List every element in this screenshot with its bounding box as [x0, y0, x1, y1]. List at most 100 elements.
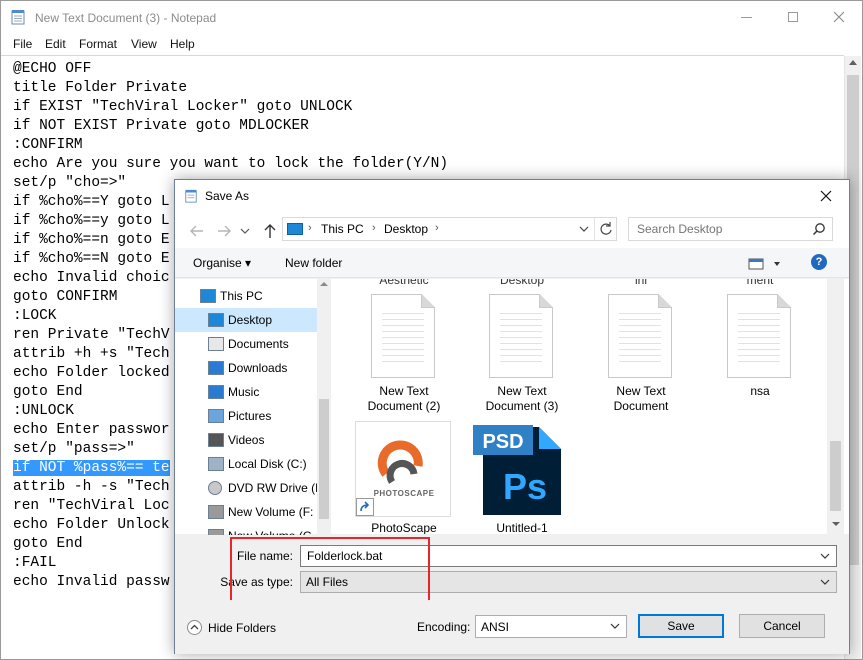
text-line[interactable]: @ECHO OFF	[13, 60, 448, 79]
menu-help[interactable]: Help	[170, 37, 195, 51]
file-item-new-text-document[interactable]: New Text Document	[586, 294, 696, 414]
view-options-icon[interactable]	[748, 256, 782, 272]
search-input[interactable]	[629, 218, 809, 240]
notepad-menubar: File Edit Format View Help	[1, 33, 862, 55]
menu-view[interactable]: View	[131, 37, 157, 51]
menu-file[interactable]: File	[13, 37, 32, 51]
dvd-drive-icon	[208, 481, 222, 495]
new-folder-button[interactable]: New folder	[285, 256, 342, 270]
file-list-scrollbar[interactable]	[827, 279, 844, 534]
file-item-new-text-document-2[interactable]: New Text Document (2)	[349, 294, 459, 414]
text-line-content: :UNLOCK	[13, 403, 74, 419]
maximize-button[interactable]	[770, 1, 816, 33]
partial-file-label[interactable]: ment	[705, 279, 815, 287]
chevron-down-icon[interactable]	[820, 577, 830, 587]
text-line-content: echo Folder locked	[13, 365, 170, 381]
menu-edit[interactable]: Edit	[45, 37, 66, 51]
text-line[interactable]: title Folder Private	[13, 79, 448, 98]
scroll-up-icon[interactable]	[849, 60, 857, 65]
breadcrumb-desktop[interactable]: Desktop	[384, 222, 428, 236]
text-line-content: :CONFIRM	[13, 137, 83, 153]
scrollbar-thumb[interactable]	[319, 399, 329, 519]
refresh-button[interactable]	[594, 218, 616, 240]
file-label: Document	[613, 399, 669, 413]
dialog-titlebar[interactable]: Save As	[175, 180, 849, 212]
file-label: New Text	[616, 384, 666, 398]
forward-arrow-icon[interactable]	[215, 222, 233, 240]
scroll-up-icon[interactable]	[320, 282, 328, 286]
nav-item-this-pc[interactable]: This PC	[175, 284, 317, 308]
partial-file-label[interactable]: Aesthetic	[349, 279, 459, 287]
documents-icon	[208, 337, 224, 351]
text-line-content: if %cho%==n goto E	[13, 232, 170, 248]
search-box[interactable]	[628, 217, 833, 241]
nav-item-new-volume-f[interactable]: New Volume (F:	[175, 500, 317, 524]
nav-item-downloads[interactable]: Downloads	[175, 356, 317, 380]
file-item-untitled-1[interactable]: PSD Ps Untitled-1	[467, 419, 577, 534]
menu-format[interactable]: Format	[79, 37, 117, 51]
nav-item-music[interactable]: Music	[175, 380, 317, 404]
text-line[interactable]: :CONFIRM	[13, 136, 448, 155]
local-disk-icon	[208, 457, 224, 471]
up-arrow-icon[interactable]	[261, 222, 279, 240]
dialog-navigation-bar: › This PC › Desktop ›	[175, 212, 849, 248]
downloads-icon	[208, 361, 224, 375]
chevron-right-icon[interactable]: ›	[435, 222, 439, 234]
text-line-content: set/p "cho=>"	[13, 175, 127, 191]
chevron-down-icon[interactable]	[579, 222, 589, 236]
save-button[interactable]: Save	[638, 614, 724, 638]
chevron-right-icon[interactable]: ›	[308, 222, 312, 234]
text-line[interactable]: echo Are you sure you want to lock the f…	[13, 155, 448, 174]
notepad-app-icon	[185, 189, 197, 203]
navigation-scrollbar[interactable]	[317, 279, 331, 534]
file-label: New Text	[497, 384, 547, 398]
text-line[interactable]: if EXIST "TechViral Locker" goto UNLOCK	[13, 98, 448, 117]
shortcut-arrow-icon	[356, 498, 374, 516]
address-bar[interactable]: › This PC › Desktop ›	[282, 217, 617, 241]
dialog-browser-body: This PC Desktop Documents Downloads Music Pic…	[175, 279, 849, 543]
encoding-select[interactable]: ANSI	[475, 615, 627, 638]
nav-item-label: Videos	[228, 433, 265, 447]
minimize-button[interactable]	[724, 1, 770, 33]
nav-item-dvd-rw-drive-e[interactable]: DVD RW Drive (E	[175, 476, 317, 500]
file-item-photoscape[interactable]: PHOTOSCAPE PhotoScape	[349, 419, 459, 534]
chevron-right-icon[interactable]: ›	[372, 222, 376, 234]
nav-item-label: Pictures	[228, 409, 272, 423]
partial-file-label[interactable]: Desktop	[467, 279, 577, 287]
scrollbar-thumb[interactable]	[830, 441, 841, 511]
breadcrumb-this-pc[interactable]: This PC	[321, 222, 364, 236]
nav-item-desktop[interactable]: Desktop	[175, 308, 317, 332]
organise-button[interactable]: Organise ▾	[193, 256, 251, 270]
nav-item-videos[interactable]: Videos	[175, 428, 317, 452]
computer-icon	[200, 289, 216, 303]
maximize-icon	[788, 12, 798, 22]
minimize-icon	[741, 17, 752, 18]
search-icon[interactable]	[812, 222, 826, 236]
dialog-close-button[interactable]	[803, 180, 849, 212]
chevron-down-icon[interactable]	[820, 551, 830, 561]
nav-item-local-disk-c[interactable]: Local Disk (C:)	[175, 452, 317, 476]
recent-locations-icon[interactable]	[239, 222, 251, 240]
file-item-nsa[interactable]: nsa	[705, 294, 815, 414]
text-line[interactable]: if NOT EXIST Private goto MDLOCKER	[13, 117, 448, 136]
chevron-down-icon: ▾	[245, 256, 252, 270]
text-line-content: if %cho%==N goto E	[13, 251, 170, 267]
text-line-content: goto CONFIRM	[13, 289, 118, 305]
text-line-content: echo Are you sure you want to lock the f…	[13, 156, 449, 172]
nav-item-label: Downloads	[228, 361, 288, 375]
chevron-down-icon[interactable]	[610, 621, 620, 631]
close-button[interactable]	[816, 1, 862, 33]
scroll-down-icon[interactable]	[832, 522, 840, 526]
nav-item-documents[interactable]: Documents	[175, 332, 317, 356]
nav-item-pictures[interactable]: Pictures	[175, 404, 317, 428]
file-item-new-text-document-3[interactable]: New Text Document (3)	[467, 294, 577, 414]
partial-file-label[interactable]: ini	[586, 279, 696, 287]
back-arrow-icon[interactable]	[188, 222, 206, 240]
help-button[interactable]: ?	[811, 254, 827, 270]
photoscape-icon: PHOTOSCAPE	[355, 421, 451, 517]
music-icon	[208, 385, 224, 399]
cancel-button[interactable]: Cancel	[739, 614, 825, 638]
nav-item-label: Local Disk (C:)	[228, 457, 307, 471]
notepad-titlebar[interactable]: New Text Document (3) - Notepad	[1, 1, 862, 33]
text-line-content: :FAIL	[13, 555, 57, 571]
